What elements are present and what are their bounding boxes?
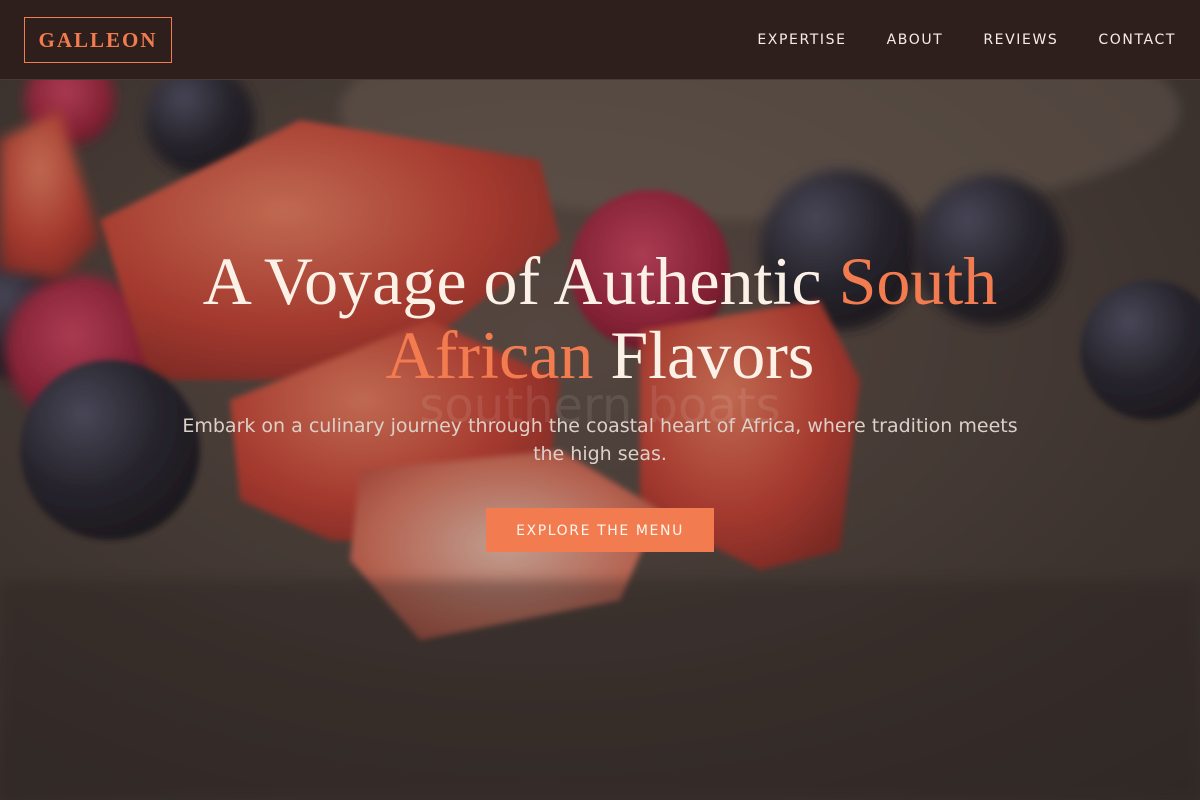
hero-title-accent-african: African: [385, 317, 594, 393]
nav-link-reviews[interactable]: REVIEWS: [983, 32, 1058, 48]
hero-subtitle: Embark on a culinary journey through the…: [182, 415, 1018, 465]
main-nav: EXPERTISE ABOUT REVIEWS CONTACT: [757, 0, 1176, 80]
explore-menu-button[interactable]: EXPLORE THE MENU: [486, 508, 714, 552]
brand-logo[interactable]: GALLEON: [24, 17, 172, 63]
hero-title-accent-south: South: [838, 243, 998, 319]
hero-content: A Voyage of Authentic South African Flavo…: [0, 244, 1200, 552]
hero-title-part-1: A Voyage of Authentic: [202, 243, 839, 319]
navbar: GALLEON EXPERTISE ABOUT REVIEWS CONTACT: [0, 0, 1200, 80]
hero-title-part-2: Flavors: [593, 317, 815, 393]
page: GALLEON EXPERTISE ABOUT REVIEWS CONTACT: [0, 0, 1200, 800]
nav-link-expertise[interactable]: EXPERTISE: [757, 32, 846, 48]
hero-title: A Voyage of Authentic South African Flavo…: [150, 244, 1050, 392]
nav-link-about[interactable]: ABOUT: [887, 32, 944, 48]
nav-link-contact[interactable]: CONTACT: [1098, 32, 1176, 48]
